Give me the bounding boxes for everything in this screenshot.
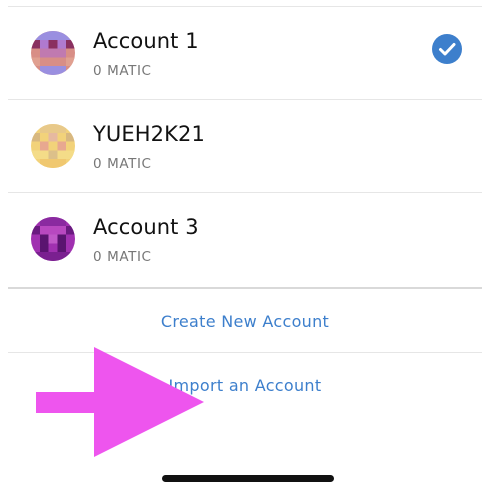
account-name: Account 1 bbox=[93, 29, 199, 53]
arrow-annotation bbox=[36, 347, 204, 457]
account-switcher-sheet: Account 1 0 MATIC YUEH2K21 0 MATIC Accou… bbox=[0, 0, 482, 484]
create-new-account-button[interactable]: Create New Account bbox=[8, 312, 482, 331]
account-balance: 0 MATIC bbox=[93, 63, 152, 79]
account-row-account-1[interactable]: Account 1 0 MATIC bbox=[0, 7, 482, 99]
account-avatar bbox=[31, 124, 75, 168]
divider bbox=[8, 287, 482, 289]
home-indicator bbox=[162, 475, 334, 482]
checkmark-circle-icon bbox=[432, 34, 462, 64]
account-balance: 0 MATIC bbox=[93, 156, 152, 172]
account-name: YUEH2K21 bbox=[93, 122, 205, 146]
account-avatar bbox=[31, 217, 75, 261]
account-row-account-3[interactable]: Account 3 0 MATIC bbox=[0, 193, 482, 285]
account-row-yueh2k21[interactable]: YUEH2K21 0 MATIC bbox=[0, 100, 482, 192]
account-avatar bbox=[31, 31, 75, 75]
account-name: Account 3 bbox=[93, 215, 199, 239]
account-balance: 0 MATIC bbox=[93, 249, 152, 265]
